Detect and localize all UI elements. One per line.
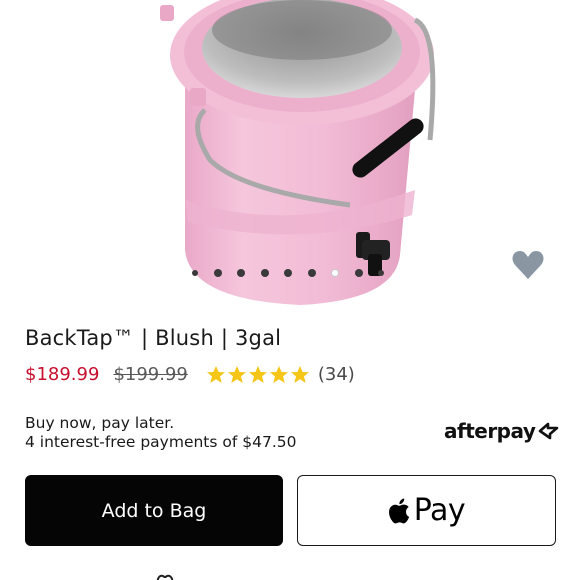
star-icon [290, 365, 309, 383]
star-icon [227, 365, 246, 383]
afterpay-logo-icon [539, 422, 559, 440]
afterpay-logo[interactable]: afterpay [444, 419, 561, 443]
pagination-dot[interactable] [192, 270, 198, 276]
pagination-dot[interactable] [237, 269, 245, 277]
pagination-dot[interactable] [307, 269, 316, 277]
star-icon [269, 365, 288, 383]
installment-line: 4 interest-free payments of $47.50 [25, 433, 297, 451]
star-icon [206, 365, 225, 383]
gallery-pagination [192, 269, 400, 277]
pay-later-line: Buy now, pay later. [25, 414, 175, 432]
pay-later-message: Buy now, pay later. 4 interest-free paym… [25, 414, 297, 452]
apple-pay-label: Pay [413, 493, 466, 528]
heart-icon [156, 574, 174, 580]
pagination-dot[interactable] [284, 269, 292, 277]
afterpay-wordmark: afterpay [444, 419, 536, 443]
star-icon [248, 365, 267, 383]
compare-at-price: $199.99 [113, 364, 188, 385]
pagination-dot[interactable] [354, 269, 363, 277]
pagination-dot-active[interactable] [331, 269, 339, 277]
apple-pay-button[interactable]: Pay [297, 475, 556, 546]
pagination-dot[interactable] [213, 269, 222, 277]
rating-stars[interactable] [206, 365, 310, 385]
pagination-dot[interactable] [378, 270, 384, 276]
review-count-link[interactable]: (34) [318, 364, 355, 385]
product-title: BackTap™ | Blush | 3gal [25, 326, 282, 350]
product-image [160, 0, 436, 305]
apple-icon [388, 498, 409, 523]
add-to-bag-button[interactable]: Add to Bag [25, 475, 283, 546]
price-rating-row: $189.99 $199.99 (34) [25, 364, 355, 385]
heart-icon[interactable] [511, 249, 545, 281]
product-image-gallery[interactable] [0, 0, 580, 312]
pagination-dot[interactable] [260, 269, 269, 277]
sale-price: $189.99 [25, 364, 100, 385]
